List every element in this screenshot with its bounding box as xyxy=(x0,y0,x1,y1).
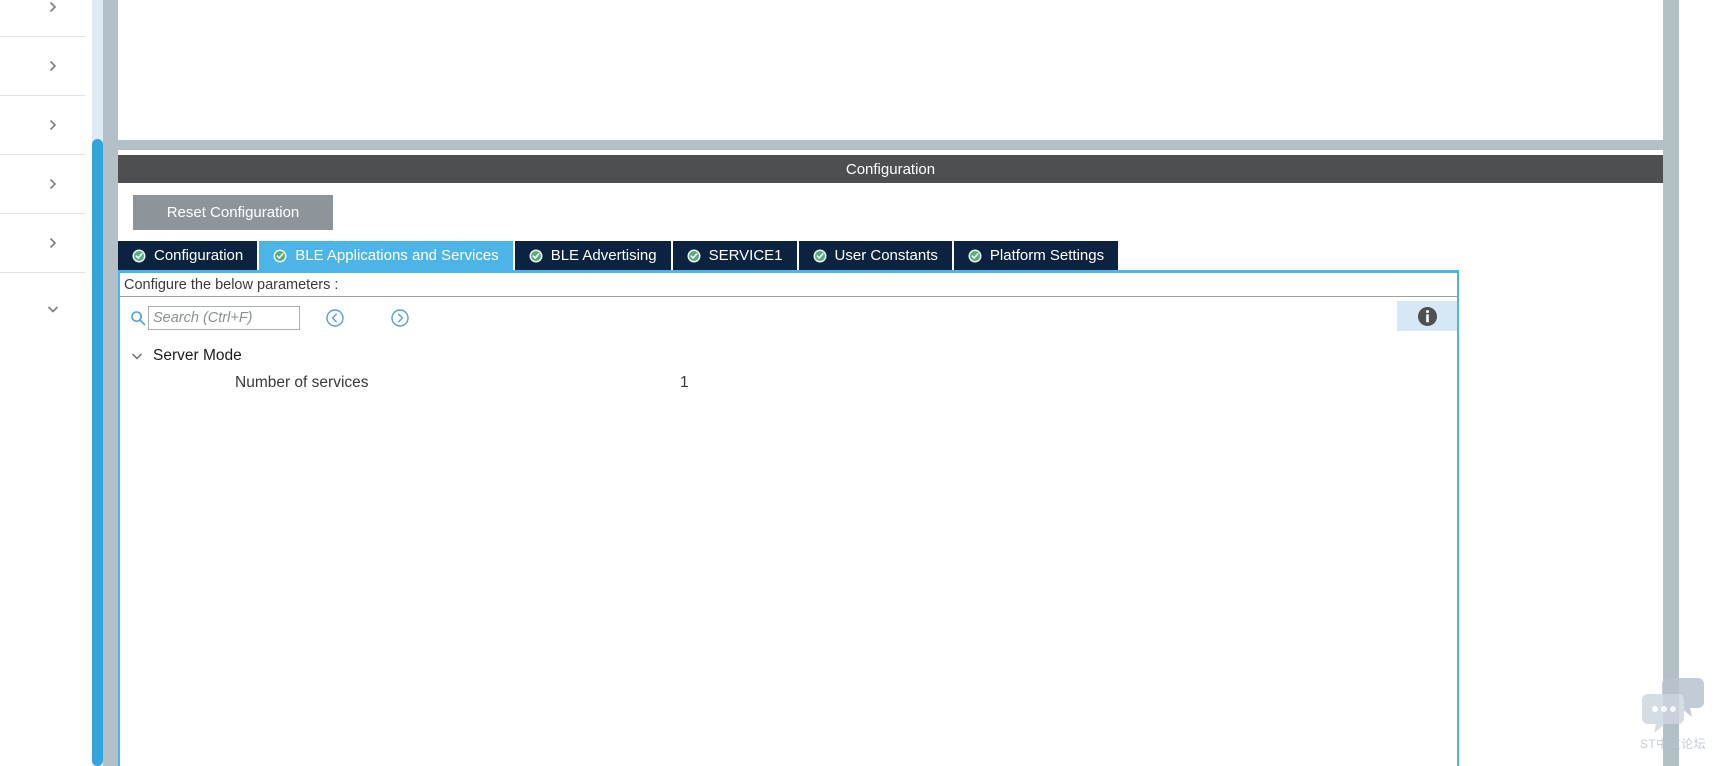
chevron-right-icon xyxy=(46,59,60,73)
chevron-right-icon xyxy=(46,118,60,132)
tab-platform-settings[interactable]: Platform Settings xyxy=(953,241,1119,270)
circle-arrow-right-icon[interactable] xyxy=(390,308,410,328)
chevron-right-icon xyxy=(46,236,60,250)
parameter-pane: Configure the below parameters : Search … xyxy=(118,270,1459,766)
tab-ble-applications-and-services[interactable]: BLE Applications and Services xyxy=(259,241,515,270)
top-panel xyxy=(118,0,1663,140)
tree-item-number-of-services[interactable]: Number of services 1 xyxy=(120,369,1457,397)
page-title: Configuration xyxy=(845,160,936,178)
tab-service1[interactable]: SERVICE1 xyxy=(672,241,799,270)
tree-item-label: Number of services xyxy=(235,374,369,391)
chevron-right-icon xyxy=(46,177,60,191)
parameter-tree: Server Mode Number of services 1 xyxy=(120,343,1457,397)
configuration-body: Reset Configuration Configuration BLE Ap… xyxy=(118,183,1663,766)
info-button[interactable] xyxy=(1397,301,1457,331)
sidebar-item-4[interactable] xyxy=(0,214,85,273)
panel-gutter-right xyxy=(1663,0,1679,766)
panel-splitter[interactable] xyxy=(118,140,1663,150)
search-icon xyxy=(130,310,146,326)
info-circle-icon xyxy=(1417,306,1438,327)
check-circle-icon xyxy=(968,249,982,263)
left-sidebar xyxy=(0,0,85,766)
tab-label: BLE Advertising xyxy=(550,247,657,264)
search-input[interactable] xyxy=(148,306,300,330)
tab-label: BLE Applications and Services xyxy=(295,247,499,264)
parameter-search-row xyxy=(120,298,1457,338)
check-circle-icon xyxy=(273,249,287,263)
tab-user-constants[interactable]: User Constants xyxy=(798,241,954,270)
panel-gutter-left xyxy=(103,0,118,766)
sidebar-item-1[interactable] xyxy=(0,37,85,96)
reset-configuration-button[interactable]: Reset Configuration xyxy=(133,195,333,230)
sidebar-item-3[interactable] xyxy=(0,155,85,214)
tab-label: Configuration xyxy=(154,247,244,264)
chevron-down-icon xyxy=(130,349,144,363)
parameter-pane-header: Configure the below parameters : xyxy=(120,273,1457,297)
tab-label: User Constants xyxy=(834,247,938,264)
tab-label: SERVICE1 xyxy=(708,247,783,264)
sidebar-item-5[interactable] xyxy=(0,273,85,393)
circle-arrow-left-icon[interactable] xyxy=(325,308,345,328)
chevron-right-icon xyxy=(46,0,60,14)
sidebar-scrollbar-track[interactable] xyxy=(92,0,103,766)
tab-configuration[interactable]: Configuration xyxy=(118,241,260,270)
configuration-titlebar: Configuration xyxy=(118,155,1663,183)
check-circle-icon xyxy=(529,249,543,263)
chevron-down-icon xyxy=(46,302,60,316)
application-window: Configuration Reset Configuration Config… xyxy=(0,0,1729,766)
sidebar-item-0[interactable] xyxy=(0,0,85,37)
tab-label: Platform Settings xyxy=(989,247,1105,264)
tree-item-value[interactable]: 1 xyxy=(680,374,689,392)
tab-ble-advertising[interactable]: BLE Advertising xyxy=(514,241,673,270)
check-circle-icon xyxy=(687,249,701,263)
check-circle-icon xyxy=(813,249,827,263)
sidebar-item-2[interactable] xyxy=(0,96,85,155)
sidebar-scrollbar-thumb[interactable] xyxy=(92,139,103,766)
check-circle-icon xyxy=(132,249,146,263)
configuration-tabbar: Configuration BLE Applications and Servi… xyxy=(118,241,1119,270)
tree-group-server-mode[interactable]: Server Mode xyxy=(120,343,1457,369)
tree-group-label: Server Mode xyxy=(153,347,242,364)
